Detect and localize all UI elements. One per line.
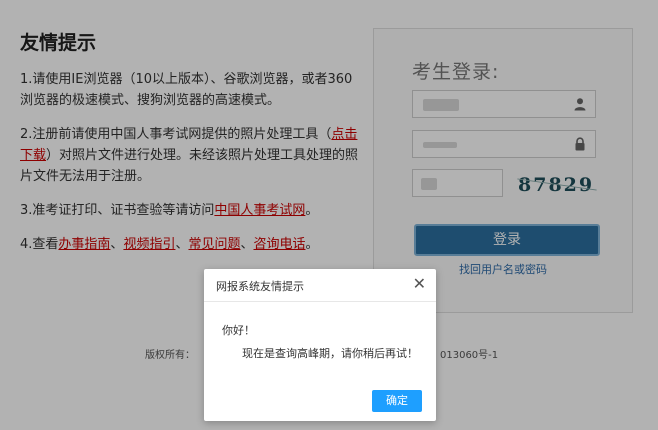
- dialog-header: 网报系统友情提示 ✕: [204, 269, 436, 302]
- alert-dialog: 网报系统友情提示 ✕ 你好！ 现在是查询高峰期，请你稍后再试！ 确定: [204, 269, 436, 421]
- ok-button[interactable]: 确定: [372, 390, 422, 412]
- dialog-title: 网报系统友情提示: [216, 280, 304, 293]
- close-icon[interactable]: ✕: [413, 275, 426, 293]
- dialog-message: 现在是查询高峰期，请你稍后再试！: [242, 347, 418, 360]
- dialog-greeting: 你好！: [222, 324, 255, 337]
